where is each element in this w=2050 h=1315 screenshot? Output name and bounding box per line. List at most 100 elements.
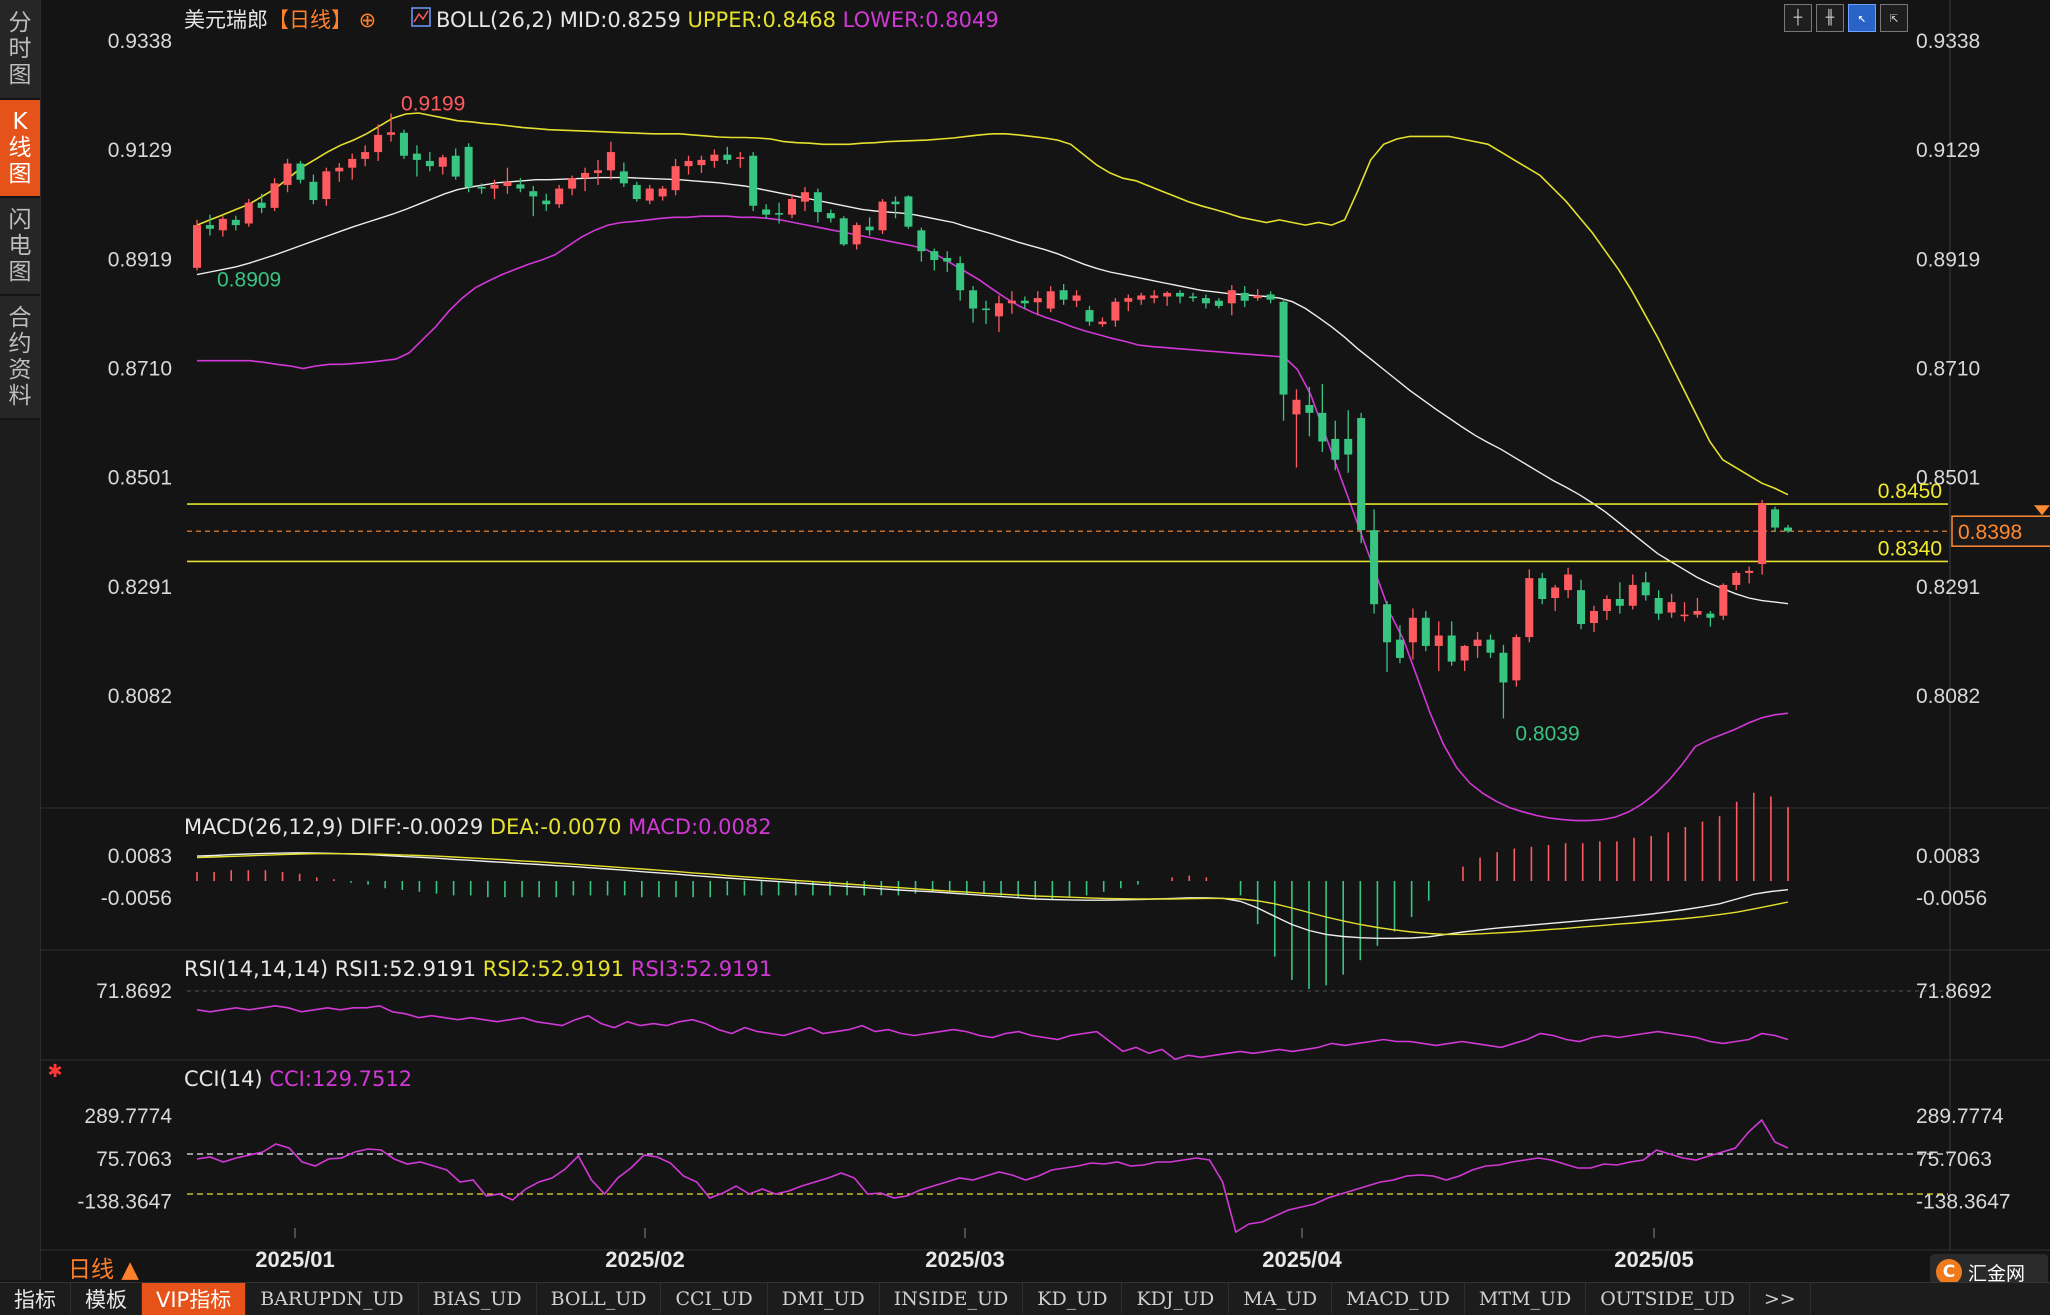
- candle-body[interactable]: [1628, 584, 1637, 606]
- view-tab-3[interactable]: 合约资料: [0, 296, 40, 420]
- candle-body[interactable]: [606, 152, 615, 171]
- candle-body[interactable]: [516, 184, 525, 189]
- candle-body[interactable]: [852, 225, 861, 245]
- indicator-tab--[interactable]: >>: [1750, 1283, 1811, 1315]
- indicator-tab-macd-ud[interactable]: MACD_UD: [1332, 1283, 1465, 1315]
- candle-body[interactable]: [1188, 296, 1198, 299]
- candle-body[interactable]: [813, 192, 822, 213]
- candle-body[interactable]: [1266, 294, 1275, 300]
- candle-body[interactable]: [1654, 597, 1663, 614]
- candle-body[interactable]: [1214, 300, 1223, 306]
- indicator-tab-bias-ud[interactable]: BIAS_UD: [419, 1283, 537, 1315]
- candle-body[interactable]: [322, 171, 331, 200]
- candle-body[interactable]: [309, 181, 318, 201]
- candle-body[interactable]: [1460, 645, 1469, 661]
- candle-body[interactable]: [787, 199, 797, 215]
- candle-body[interactable]: [1693, 610, 1702, 615]
- candle-body[interactable]: [943, 257, 952, 262]
- candle-body[interactable]: [1421, 617, 1430, 646]
- indicator-tab-ma-ud[interactable]: MA_UD: [1229, 1283, 1333, 1315]
- candle-body[interactable]: [723, 154, 732, 160]
- candle-body[interactable]: [658, 188, 667, 197]
- candle-body[interactable]: [1305, 405, 1314, 413]
- candle-body[interactable]: [930, 251, 939, 261]
- candle-body[interactable]: [1771, 509, 1780, 528]
- candle-body[interactable]: [904, 196, 913, 227]
- candle-body[interactable]: [257, 202, 266, 208]
- candle-body[interactable]: [399, 132, 408, 156]
- indicator-tab--[interactable]: 模板: [71, 1283, 142, 1315]
- cursor-bars-icon[interactable]: ⇱: [1880, 4, 1908, 32]
- candle-body[interactable]: [632, 184, 641, 200]
- candle-body[interactable]: [1447, 635, 1456, 662]
- candle-body[interactable]: [619, 171, 628, 184]
- candle-body[interactable]: [283, 163, 292, 185]
- view-tab-2[interactable]: 闪电图: [0, 198, 40, 296]
- candle-body[interactable]: [1046, 291, 1055, 309]
- indicator-tab-vip-[interactable]: VIP指标: [142, 1283, 247, 1315]
- candle-body[interactable]: [736, 157, 745, 159]
- candle-body[interactable]: [529, 191, 538, 197]
- candle-body[interactable]: [762, 209, 771, 215]
- candle-body[interactable]: [1408, 617, 1417, 643]
- candle-body[interactable]: [1318, 412, 1327, 442]
- candle-body[interactable]: [581, 172, 590, 179]
- indicator-tab-dmi-ud[interactable]: DMI_UD: [768, 1283, 880, 1315]
- candle-body[interactable]: [1033, 298, 1042, 303]
- candle-body[interactable]: [1072, 295, 1081, 301]
- candle-body[interactable]: [1085, 310, 1094, 322]
- period-selector[interactable]: 日线 ▲: [68, 1250, 139, 1284]
- candle-body[interactable]: [387, 132, 396, 135]
- candle-body[interactable]: [335, 167, 344, 172]
- candle-body[interactable]: [671, 166, 680, 191]
- candle-body[interactable]: [982, 308, 991, 311]
- candle-body[interactable]: [749, 155, 758, 206]
- bars-icon[interactable]: ╫: [1816, 4, 1844, 32]
- candle-body[interactable]: [1098, 321, 1107, 325]
- candle-body[interactable]: [1615, 599, 1624, 606]
- candle-body[interactable]: [684, 160, 693, 167]
- candle-body[interactable]: [1577, 590, 1586, 625]
- candle-body[interactable]: [1176, 292, 1185, 297]
- indicator-tab-kdj-ud[interactable]: KDJ_UD: [1122, 1283, 1230, 1315]
- candle-body[interactable]: [865, 226, 874, 231]
- cursor-icon[interactable]: ↖: [1848, 4, 1876, 32]
- indicator-tab-outside-ud[interactable]: OUTSIDE_UD: [1586, 1283, 1750, 1315]
- candle-body[interactable]: [1499, 652, 1508, 683]
- candle-body[interactable]: [956, 263, 965, 291]
- candle-body[interactable]: [1602, 599, 1611, 611]
- candle-body[interactable]: [296, 163, 305, 180]
- view-tab-0[interactable]: 分时图: [0, 0, 40, 100]
- candle-body[interactable]: [1589, 610, 1598, 623]
- candle-body[interactable]: [477, 187, 486, 189]
- indicator-tab-inside-ud[interactable]: INSIDE_UD: [880, 1283, 1024, 1315]
- candle-body[interactable]: [218, 218, 227, 231]
- candle-body[interactable]: [1551, 587, 1560, 598]
- candle-body[interactable]: [542, 200, 551, 205]
- candle-body[interactable]: [1227, 290, 1236, 304]
- candle-body[interactable]: [1007, 300, 1016, 304]
- candle-body[interactable]: [1641, 582, 1650, 596]
- candle-body[interactable]: [568, 178, 577, 189]
- candle-body[interactable]: [374, 134, 383, 153]
- candle-body[interactable]: [438, 157, 447, 167]
- candle-body[interactable]: [593, 170, 602, 173]
- candle-body[interactable]: [348, 158, 357, 168]
- candle-body[interactable]: [1279, 301, 1288, 395]
- candle-body[interactable]: [192, 225, 202, 268]
- candle-body[interactable]: [1240, 292, 1249, 301]
- candle-body[interactable]: [1059, 290, 1068, 300]
- candle-body[interactable]: [878, 201, 887, 231]
- candle-body[interactable]: [891, 201, 900, 205]
- chart-canvas[interactable]: 0.9338 0.9338 0.9129 0.9129 0.8919 0.8919 0.87…: [40, 0, 2050, 1280]
- candle-body[interactable]: [490, 184, 499, 189]
- candle-body[interactable]: [775, 213, 784, 215]
- candle-body[interactable]: [503, 181, 512, 186]
- candle-body[interactable]: [1486, 639, 1495, 653]
- crosshair-icon[interactable]: ┼: [1784, 4, 1812, 32]
- indicator-tab-mtm-ud[interactable]: MTM_UD: [1465, 1283, 1587, 1315]
- candle-body[interactable]: [826, 213, 835, 219]
- candle-body[interactable]: [464, 146, 473, 188]
- candle-body[interactable]: [1434, 635, 1443, 646]
- candle-body[interactable]: [1680, 614, 1689, 617]
